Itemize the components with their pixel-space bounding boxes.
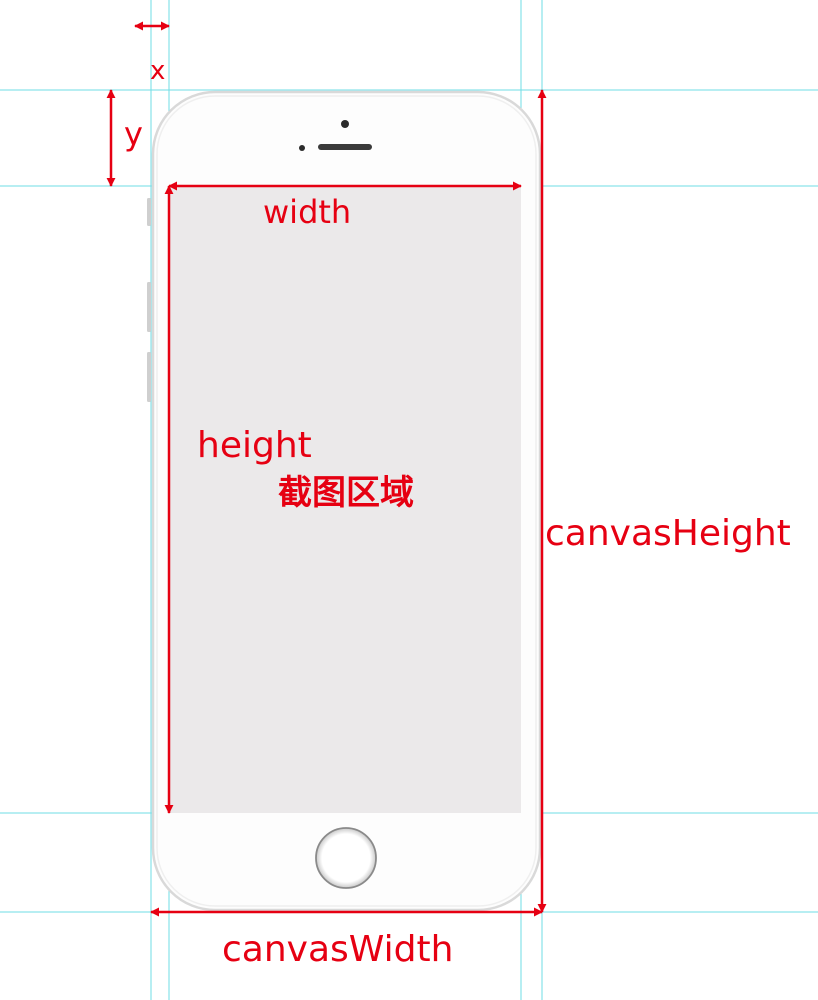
width-label: width bbox=[263, 193, 352, 231]
earpiece-speaker-icon bbox=[318, 144, 372, 150]
front-camera-icon bbox=[341, 120, 349, 128]
proximity-sensor-icon bbox=[299, 145, 305, 151]
side-button-top bbox=[147, 198, 151, 226]
volume-down-button bbox=[147, 352, 151, 402]
canvas-height-label: canvasHeight bbox=[545, 513, 791, 554]
volume-up-button bbox=[147, 282, 151, 332]
x-label: x bbox=[150, 56, 166, 86]
home-button-icon bbox=[315, 827, 377, 889]
height-label: height bbox=[197, 425, 312, 466]
crop-area-label: 截图区域 bbox=[278, 473, 414, 513]
y-label: y bbox=[124, 115, 143, 153]
canvas-width-label: canvasWidth bbox=[222, 929, 454, 970]
